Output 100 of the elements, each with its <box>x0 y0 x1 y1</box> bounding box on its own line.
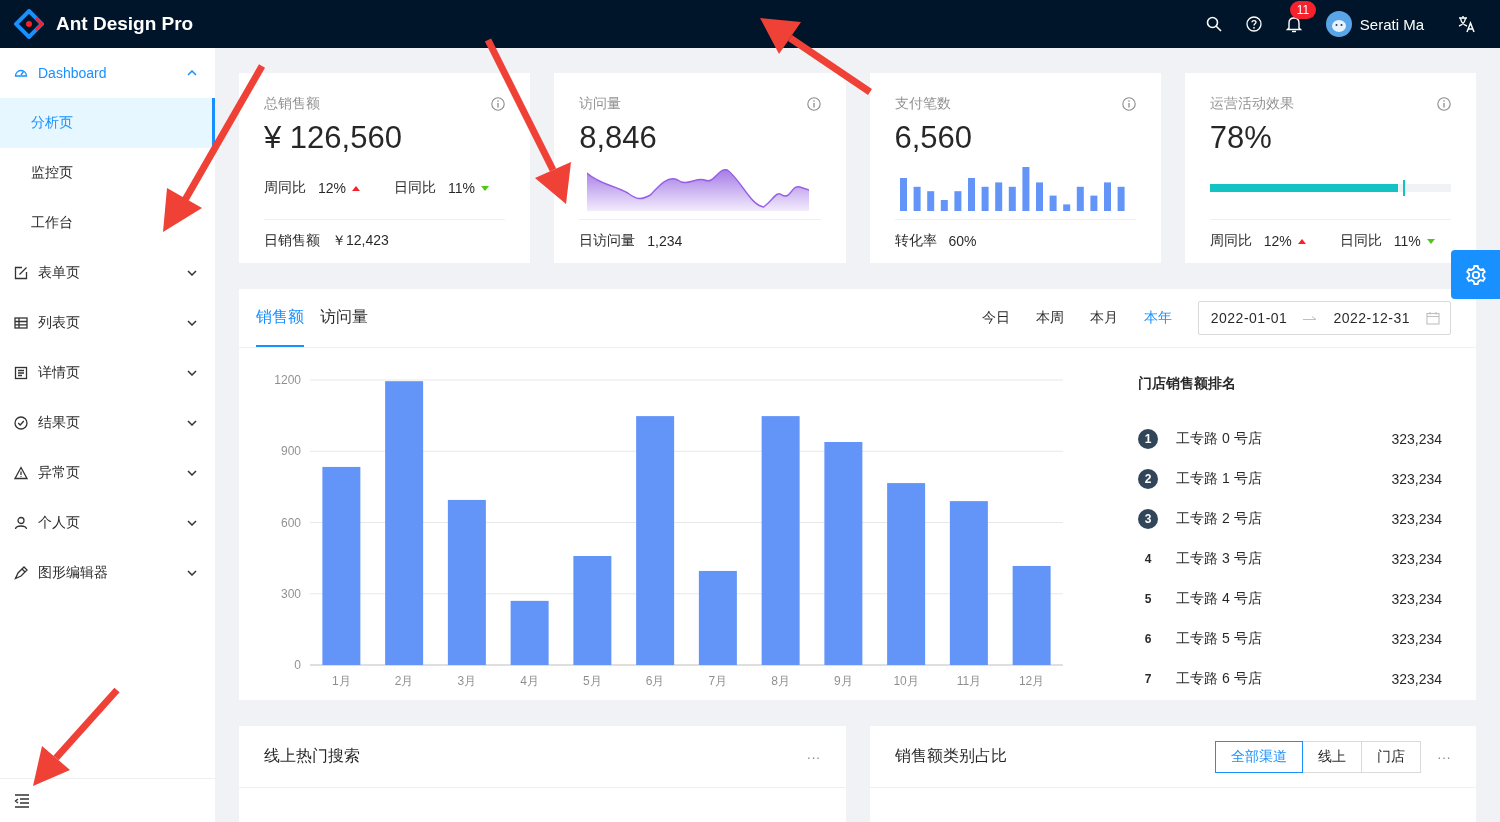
caret-icon <box>187 420 197 426</box>
info-icon[interactable] <box>1437 97 1451 111</box>
logo-icon <box>14 9 44 39</box>
caret-icon <box>187 520 197 526</box>
trend-label: 日同比 <box>1339 232 1382 250</box>
menu-item[interactable]: 列表页 <box>0 298 215 348</box>
stat-title: 总销售额 <box>264 95 320 113</box>
help-icon[interactable] <box>1245 16 1262 32</box>
menu-icon <box>14 416 28 430</box>
collapse-menu-icon[interactable] <box>14 793 30 808</box>
calendar-icon <box>1426 311 1440 325</box>
menu-item[interactable]: 异常页 <box>0 448 215 498</box>
rank-number: 1 <box>1138 429 1158 449</box>
caret-icon <box>187 320 197 326</box>
trend-value: 11% <box>1393 233 1421 249</box>
store-sales: 323,234 <box>1391 591 1442 607</box>
caret-icon <box>187 70 197 76</box>
notification-badge: 11 <box>1289 0 1317 19</box>
store-name: 工专路 6 号店 <box>1176 670 1263 688</box>
settings-icon <box>1464 263 1487 286</box>
avatar-icon[interactable] <box>1325 11 1352 37</box>
submenu-item[interactable]: 工作台 <box>0 198 215 248</box>
stat-title: 支付笔数 <box>894 95 951 113</box>
menu-item[interactable]: 图形编辑器 <box>0 548 215 598</box>
x-tick-label: 7月 <box>708 674 728 688</box>
menu-icon <box>14 466 28 480</box>
store-sales: 323,234 <box>1391 671 1442 687</box>
caret-icon <box>187 570 197 576</box>
stat-value: 6,560 <box>894 119 974 157</box>
channel-option[interactable]: 门店 <box>1361 740 1421 773</box>
translate-icon[interactable] <box>1458 15 1476 33</box>
app-title: Ant Design Pro <box>56 13 194 35</box>
store-sales: 323,234 <box>1391 471 1442 487</box>
y-tick-label: 900 <box>280 444 301 459</box>
y-tick-label: 1200 <box>274 373 301 387</box>
footer-value: 1,234 <box>647 233 683 249</box>
menu-icon <box>14 566 28 580</box>
x-tick-label: 11月 <box>956 674 982 688</box>
store-sales: 323,234 <box>1391 511 1442 527</box>
store-name: 工专路 5 号店 <box>1176 630 1263 648</box>
caret-icon <box>187 470 197 476</box>
menu-icon <box>14 266 28 280</box>
x-tick-label: 3月 <box>457 674 477 688</box>
chart-bar <box>510 600 549 665</box>
footer-label: 转化率 <box>894 232 937 250</box>
store-sales: 323,234 <box>1391 431 1442 447</box>
y-tick-label: 300 <box>280 586 301 601</box>
info-icon[interactable] <box>491 97 506 111</box>
menu-icon <box>14 316 28 330</box>
x-tick-label: 2月 <box>394 674 414 688</box>
menu-item[interactable]: 个人页 <box>0 498 215 548</box>
trend-value: 12% <box>1263 233 1292 249</box>
rank-number: 3 <box>1138 509 1158 529</box>
trend-label: 日同比 <box>394 179 437 197</box>
stat-value: 8,846 <box>579 119 658 157</box>
start-date: 2022-01-01 <box>1210 310 1288 326</box>
store-name: 工专路 0 号店 <box>1176 430 1263 448</box>
end-date: 2022-12-31 <box>1333 310 1410 326</box>
store-name: 工专路 1 号店 <box>1176 470 1263 488</box>
x-tick-label: 8月 <box>771 674 790 688</box>
bell-icon[interactable] <box>1285 15 1302 33</box>
x-tick-label: 9月 <box>834 674 853 688</box>
range-link[interactable]: 本周 <box>1035 309 1064 327</box>
user-name[interactable]: Serati Ma <box>1359 15 1424 33</box>
range-link[interactable]: 本月 <box>1089 309 1118 327</box>
menu-item[interactable]: 详情页 <box>0 348 215 398</box>
x-tick-label: 6月 <box>645 674 665 688</box>
footer-value: 60% <box>948 233 977 249</box>
trend-value: 12% <box>318 180 347 196</box>
submenu-item[interactable]: 监控页 <box>0 148 215 198</box>
footer-label: 日销售额 <box>264 232 320 250</box>
footer-value: ￥12,423 <box>332 232 389 250</box>
x-tick-label: 1月 <box>332 674 351 688</box>
store-name: 工专路 3 号店 <box>1176 550 1263 568</box>
channel-option[interactable]: 线上 <box>1302 740 1362 773</box>
x-tick-label: 10月 <box>893 674 919 688</box>
info-icon[interactable] <box>1121 97 1136 111</box>
range-link[interactable]: 今日 <box>981 309 1010 327</box>
store-sales: 323,234 <box>1391 631 1442 647</box>
y-tick-label: 0 <box>294 658 301 672</box>
tab[interactable]: 访问量 <box>320 289 368 347</box>
menu-item[interactable]: 表单页 <box>0 248 215 298</box>
stat-value: ¥ 126,560 <box>264 119 403 157</box>
settings-button[interactable] <box>1451 250 1500 299</box>
stat-value: 78% <box>1209 119 1273 157</box>
search-icon[interactable] <box>1205 16 1222 32</box>
date-range-picker[interactable]: 2022-01-01 2022-12-31 <box>1197 301 1451 335</box>
menu-item[interactable]: 结果页 <box>0 398 215 448</box>
panel-title: 线上热门搜索 <box>264 746 360 766</box>
caret-icon <box>187 370 197 376</box>
info-icon[interactable] <box>806 97 821 111</box>
store-name: 工专路 2 号店 <box>1176 510 1263 528</box>
y-tick-label: 600 <box>280 515 301 530</box>
target-marker <box>1402 180 1405 196</box>
trend-label: 周同比 <box>1209 232 1252 250</box>
menu-icon <box>14 366 28 380</box>
store-name: 工专路 4 号店 <box>1176 590 1263 608</box>
trend-label: 周同比 <box>264 179 306 197</box>
panel-title: 销售额类别占比 <box>894 746 1007 766</box>
trend-value: 11% <box>448 180 475 196</box>
